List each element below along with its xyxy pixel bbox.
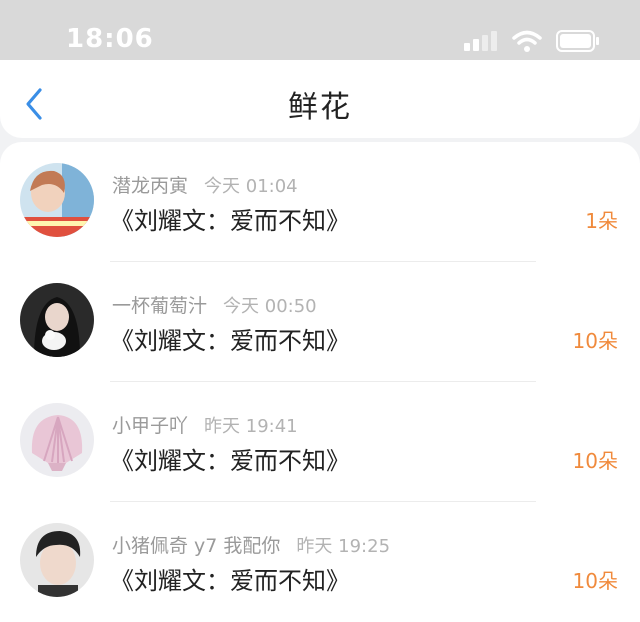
list-item[interactable]: 小甲子吖 昨天 19:41 《刘耀文：爱而不知》 10朵 bbox=[0, 382, 640, 502]
item-meta: 小猪佩奇 y7 我配你 昨天 19:25 bbox=[112, 531, 390, 558]
item-meta: 小甲子吖 昨天 19:41 bbox=[112, 411, 298, 438]
flower-count: 1朵 bbox=[585, 209, 618, 233]
user-name[interactable]: 潜龙丙寅 bbox=[112, 175, 188, 197]
book-title[interactable]: 《刘耀文：爱而不知》 bbox=[110, 441, 350, 476]
flower-list: 潜龙丙寅 今天 01:04 《刘耀文：爱而不知》 1朵 一杯葡萄汁 今天 00:50… bbox=[0, 142, 640, 622]
book-title[interactable]: 《刘耀文：爱而不知》 bbox=[110, 321, 350, 356]
nav-bar: 鲜花 bbox=[0, 60, 640, 138]
list-item[interactable]: 小猪佩奇 y7 我配你 昨天 19:25 《刘耀文：爱而不知》 10朵 bbox=[0, 502, 640, 622]
user-name[interactable]: 小甲子吖 bbox=[112, 415, 188, 437]
user-name[interactable]: 一杯葡萄汁 bbox=[112, 295, 207, 317]
item-meta: 潜龙丙寅 今天 01:04 bbox=[112, 171, 298, 198]
battery-icon bbox=[556, 30, 599, 52]
timestamp: 昨天 19:25 bbox=[296, 536, 391, 557]
item-meta: 一杯葡萄汁 今天 00:50 bbox=[112, 291, 317, 318]
status-icons bbox=[464, 30, 600, 52]
status-bar: 18:06 bbox=[0, 0, 640, 60]
user-name[interactable]: 小猪佩奇 y7 我配你 bbox=[112, 535, 280, 557]
signal-icon bbox=[464, 31, 497, 51]
book-title[interactable]: 《刘耀文：爱而不知》 bbox=[110, 201, 350, 236]
timestamp: 今天 00:50 bbox=[223, 296, 317, 317]
book-title[interactable]: 《刘耀文：爱而不知》 bbox=[110, 561, 350, 596]
avatar[interactable] bbox=[20, 523, 94, 597]
avatar[interactable] bbox=[20, 403, 94, 477]
timestamp: 今天 01:04 bbox=[204, 176, 298, 197]
avatar[interactable] bbox=[20, 163, 94, 237]
avatar[interactable] bbox=[20, 283, 94, 357]
page-title: 鲜花 bbox=[288, 90, 352, 125]
status-time: 18:06 bbox=[66, 24, 154, 54]
flower-count: 10朵 bbox=[572, 329, 618, 353]
timestamp: 昨天 19:41 bbox=[204, 416, 298, 437]
list-item[interactable]: 潜龙丙寅 今天 01:04 《刘耀文：爱而不知》 1朵 bbox=[0, 142, 640, 262]
wifi-icon bbox=[512, 30, 542, 52]
flower-count: 10朵 bbox=[572, 569, 618, 593]
list-item[interactable]: 一杯葡萄汁 今天 00:50 《刘耀文：爱而不知》 10朵 bbox=[0, 262, 640, 382]
flower-count: 10朵 bbox=[572, 449, 618, 473]
